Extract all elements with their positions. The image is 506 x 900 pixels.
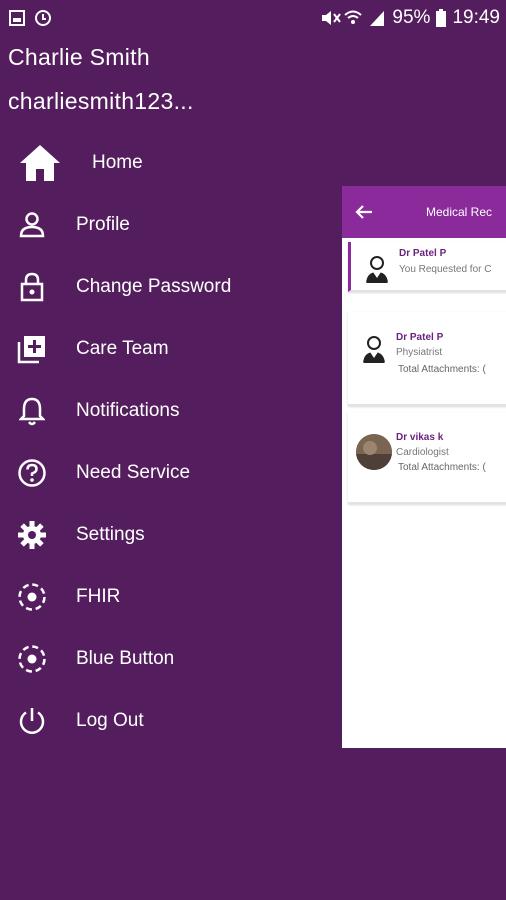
user-name: Charlie Smith	[8, 44, 150, 70]
person-icon	[14, 207, 50, 243]
doctor-specialty: Physiatrist	[396, 347, 443, 358]
add-box-icon	[14, 331, 50, 367]
menu-item-care-team[interactable]: Care Team	[0, 318, 340, 380]
doctor-avatar-icon	[359, 250, 395, 286]
power-icon	[14, 703, 50, 739]
medical-records-panel: Medical Rec Dr Patel P You Requested for…	[342, 186, 506, 748]
lock-icon	[14, 269, 50, 305]
menu-item-profile[interactable]: Profile	[0, 194, 340, 256]
attachments-count: Total Attachments: (	[398, 462, 486, 473]
menu-item-label: Profile	[76, 214, 130, 235]
signal-icon	[368, 9, 386, 27]
wifi-icon	[344, 9, 363, 27]
record-card[interactable]: Dr Patel P Physiatrist Total Attachments…	[348, 312, 506, 406]
menu-item-label: Log Out	[76, 710, 144, 731]
bell-icon	[14, 393, 50, 429]
doctor-photo	[356, 434, 392, 470]
record-card[interactable]: Dr vikas k Cardiologist Total Attachment…	[348, 412, 506, 504]
gear-icon	[14, 517, 50, 553]
back-arrow-icon[interactable]	[354, 202, 374, 222]
drawer-menu: Home Profile Change Password Care Team N…	[0, 132, 340, 752]
menu-item-fhir[interactable]: FHIR	[0, 566, 340, 628]
home-icon	[18, 141, 62, 185]
menu-item-label: Need Service	[76, 462, 191, 483]
panel-title: Medical Rec	[426, 205, 493, 219]
doctor-name: Dr Patel P	[399, 248, 447, 259]
menu-item-change-password[interactable]: Change Password	[0, 256, 340, 318]
battery-icon	[436, 9, 447, 27]
menu-item-label: Care Team	[76, 338, 169, 359]
attachments-count: Total Attachments: (	[398, 364, 486, 375]
menu-item-label: Blue Button	[76, 648, 175, 669]
doctor-specialty: Cardiologist	[396, 447, 449, 458]
help-circle-icon	[14, 455, 50, 491]
menu-item-home[interactable]: Home	[0, 132, 340, 194]
record-card[interactable]: Dr Patel P You Requested for C	[348, 242, 506, 292]
menu-item-label: Notifications	[76, 400, 180, 421]
menu-item-label: Home	[92, 152, 143, 173]
image-icon	[8, 9, 26, 27]
mute-icon	[320, 9, 342, 27]
dashed-circle-icon	[14, 641, 50, 677]
dashed-circle-icon	[14, 579, 50, 615]
menu-item-blue-button[interactable]: Blue Button	[0, 628, 340, 690]
doctor-avatar-icon	[356, 330, 392, 366]
record-subtitle: You Requested for C	[399, 264, 492, 275]
menu-item-settings[interactable]: Settings	[0, 504, 340, 566]
menu-item-label: Change Password	[76, 276, 232, 297]
user-id: charliesmith123...	[8, 88, 194, 114]
menu-item-notifications[interactable]: Notifications	[0, 380, 340, 442]
status-bar: 95% 19:49	[0, 0, 506, 36]
sync-icon	[34, 9, 52, 27]
menu-item-label: Settings	[76, 524, 145, 545]
menu-item-label: FHIR	[76, 586, 121, 607]
menu-item-need-service[interactable]: Need Service	[0, 442, 340, 504]
battery-text: 95%	[392, 7, 431, 28]
doctor-name: Dr vikas k	[396, 432, 444, 443]
panel-header: Medical Rec	[342, 186, 506, 238]
clock: 19:49	[452, 7, 500, 28]
menu-item-log-out[interactable]: Log Out	[0, 690, 340, 752]
doctor-name: Dr Patel P	[396, 332, 444, 343]
